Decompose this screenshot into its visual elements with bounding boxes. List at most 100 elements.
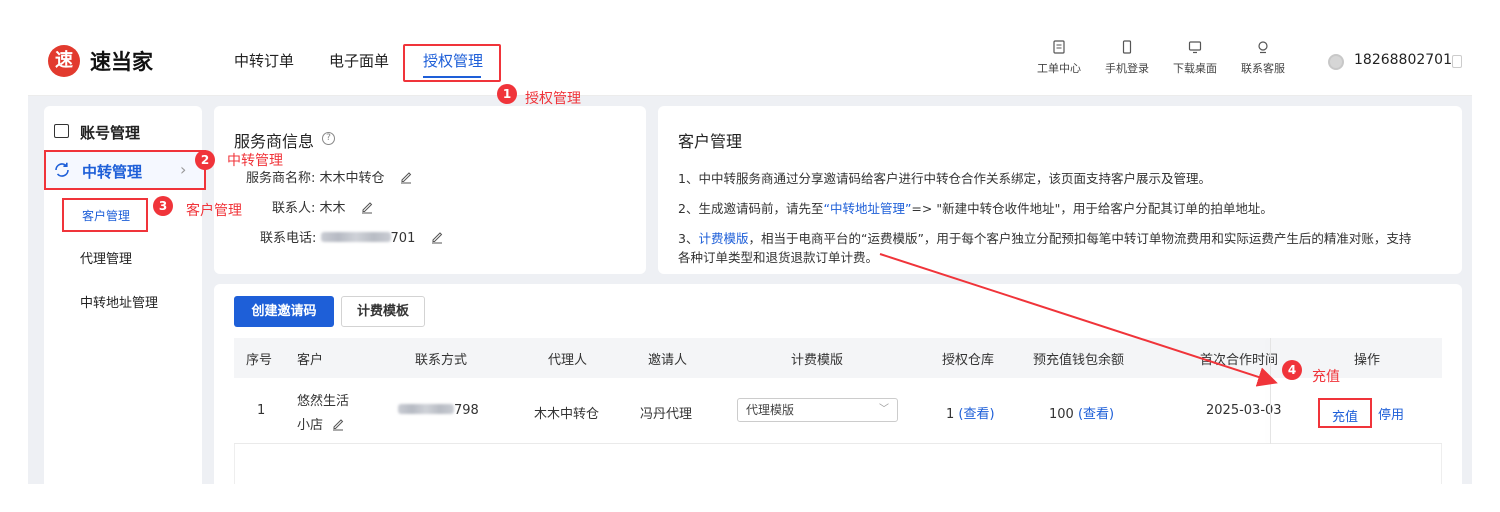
field-label: 联系人: — [272, 201, 316, 216]
text: => "新建中转仓收件地址"，用于给客户分配其订单的拍单地址。 — [911, 201, 1273, 216]
disable-button[interactable]: 停用 — [1378, 404, 1404, 423]
cell-balance: 100 (查看) — [1049, 403, 1114, 422]
provider-info-card: 服务商信息 ? 服务商名称: 木木中转仓 联系人: 木木 联系电话: 701 — [214, 106, 646, 274]
sidebar-header: 账号管理 — [80, 124, 141, 142]
annotation-text-2: 中转管理 — [227, 153, 283, 169]
tool-ticket-center[interactable]: 工单中心 — [1024, 40, 1094, 76]
table-empty-area — [234, 444, 1442, 484]
recharge-label: 充值 — [1332, 410, 1359, 425]
text: 1 — [946, 407, 955, 422]
tool-label: 手机登录 — [1105, 62, 1149, 75]
annotation-text-3: 客户管理 — [186, 203, 242, 219]
cell-warehouse: 1 (查看) — [946, 403, 995, 422]
edit-icon[interactable] — [399, 170, 413, 184]
help-icon[interactable]: ? — [322, 132, 335, 145]
chevron-down-icon: ﹀ — [879, 404, 889, 415]
col-first-date: 首次合作时间 — [1200, 353, 1279, 368]
text: 798 — [454, 403, 479, 418]
address-management-link[interactable]: “中转地址管理” — [823, 201, 911, 216]
annotation-text-1: 授权管理 — [525, 91, 581, 107]
text: 小店 — [297, 418, 324, 433]
customer-table-card: 创建邀请码 计费模板 序号 客户 联系方式 代理人 邀请人 计费模版 授权仓库 … — [214, 284, 1462, 484]
text: 100 — [1049, 407, 1074, 422]
user-phone[interactable]: 18268802701 — [1354, 52, 1452, 68]
billing-template-button[interactable]: 计费模板 — [341, 296, 425, 327]
card-title: 客户管理 — [678, 132, 743, 151]
headset-icon — [1258, 41, 1268, 54]
field-value: 木木 — [319, 201, 346, 216]
edit-icon[interactable] — [331, 417, 345, 431]
phone-row: 联系电话: 701 — [260, 227, 444, 246]
top-bar: 速 速当家 中转订单 电子面单 授权管理 工单中心 手机登录 下载桌面 联系客服… — [28, 28, 1472, 96]
col-actions: 操作 — [1354, 353, 1381, 368]
view-balance-link[interactable]: (查看) — [1078, 407, 1114, 422]
blurred-phone — [320, 232, 391, 242]
tool-mobile-login[interactable]: 手机登录 — [1092, 40, 1162, 76]
tool-label: 下载桌面 — [1173, 62, 1217, 75]
sidebar-item-transfer-management[interactable]: 中转管理 › — [44, 150, 206, 190]
tool-label: 工单中心 — [1037, 62, 1081, 75]
contact-row: 联系人: 木木 — [272, 197, 374, 216]
nav-authorization[interactable]: 授权管理 — [423, 50, 483, 71]
text: 3、 — [678, 231, 699, 246]
col-customer: 客户 — [297, 353, 324, 368]
template-select[interactable]: 代理模版 ﹀ — [737, 398, 898, 422]
brand-name: 速当家 — [90, 50, 153, 74]
app-window: 速 速当家 中转订单 电子面单 授权管理 工单中心 手机登录 下载桌面 联系客服… — [28, 28, 1472, 484]
billing-template-link[interactable]: 计费模版 — [698, 231, 748, 246]
create-invite-button[interactable]: 创建邀请码 — [234, 296, 334, 327]
sidebar-item-agent-management[interactable]: 代理管理 — [80, 248, 132, 267]
annotation-badge-1: 1 — [497, 84, 517, 104]
nav-active-underline — [423, 76, 481, 78]
blurred-phone — [398, 404, 454, 414]
description-line-4: 各种订单类型和退货退款订单计费。 — [678, 250, 879, 265]
cell-contact: 798 — [398, 403, 479, 418]
col-template: 计费模版 — [791, 353, 844, 368]
customer-management-card: 客户管理 1、中中转服务商通过分享邀请码给客户进行中转仓合作关系绑定，该页面支持… — [658, 106, 1462, 274]
col-inviter: 邀请人 — [648, 353, 688, 368]
nav-electronic-waybill[interactable]: 电子面单 — [329, 50, 389, 71]
annotation-badge-3: 3 — [153, 196, 173, 216]
description-line-1: 1、中中转服务商通过分享邀请码给客户进行中转仓合作关系绑定，该页面支持客户展示及… — [678, 171, 1211, 186]
tool-download-desktop[interactable]: 下载桌面 — [1160, 40, 1230, 76]
card-title: 服务商信息 — [234, 132, 315, 151]
cell-inviter: 冯丹代理 — [640, 407, 693, 422]
text: ，相当于电商平台的“运费模版”，用于每个客户独立分配预扣每笔中转订单物流费用和实… — [748, 231, 1412, 246]
col-balance: 预充值钱包余额 — [1033, 353, 1125, 368]
field-value: 木木中转仓 — [319, 171, 385, 186]
annotation-text-4: 充值 — [1312, 369, 1340, 385]
cell-customer-line2: 小店 — [297, 414, 345, 433]
refresh-icon — [55, 162, 69, 177]
select-value: 代理模版 — [746, 403, 795, 417]
copy-icon[interactable] — [1452, 55, 1462, 68]
col-contact: 联系方式 — [415, 353, 468, 368]
table-row: 1 悠然生活 小店 798 木木中转仓 冯丹代理 代理模版 ﹀ 1 (查看) 1… — [234, 378, 1442, 444]
account-icon — [54, 124, 69, 138]
sidebar-item-customer-management[interactable]: 客户管理 — [62, 198, 148, 232]
field-label: 服务商名称: — [246, 171, 316, 186]
sidebar-item-label: 客户管理 — [82, 209, 131, 223]
col-index: 序号 — [246, 353, 273, 368]
recharge-button[interactable]: 充值 — [1318, 398, 1372, 428]
cell-agent: 木木中转仓 — [534, 407, 600, 422]
nav-transfer-orders[interactable]: 中转订单 — [234, 50, 294, 71]
view-warehouse-link[interactable]: (查看) — [958, 407, 994, 422]
avatar[interactable] — [1328, 54, 1344, 70]
fixed-column-divider — [1270, 338, 1271, 444]
tool-contact-support[interactable]: 联系客服 — [1228, 40, 1298, 76]
cell-customer-line1: 悠然生活 — [297, 394, 350, 409]
monitor-icon — [1188, 41, 1202, 54]
phone-icon — [1122, 40, 1132, 54]
ticket-icon — [1053, 40, 1065, 54]
sidebar-item-address-management[interactable]: 中转地址管理 — [80, 292, 158, 311]
edit-icon[interactable] — [360, 200, 374, 214]
col-warehouse: 授权仓库 — [942, 353, 995, 368]
description-line-3: 3、计费模版，相当于电商平台的“运费模版”，用于每个客户独立分配预扣每笔中转订单… — [678, 228, 1411, 247]
field-value: 701 — [390, 231, 416, 246]
edit-icon[interactable] — [430, 230, 444, 244]
annotation-badge-2: 2 — [195, 150, 215, 170]
chevron-right-icon: › — [180, 160, 187, 179]
sidebar-item-label: 中转管理 — [82, 163, 143, 181]
text: 2、生成邀请码前，请先至 — [678, 201, 824, 216]
field-label: 联系电话: — [260, 231, 317, 246]
